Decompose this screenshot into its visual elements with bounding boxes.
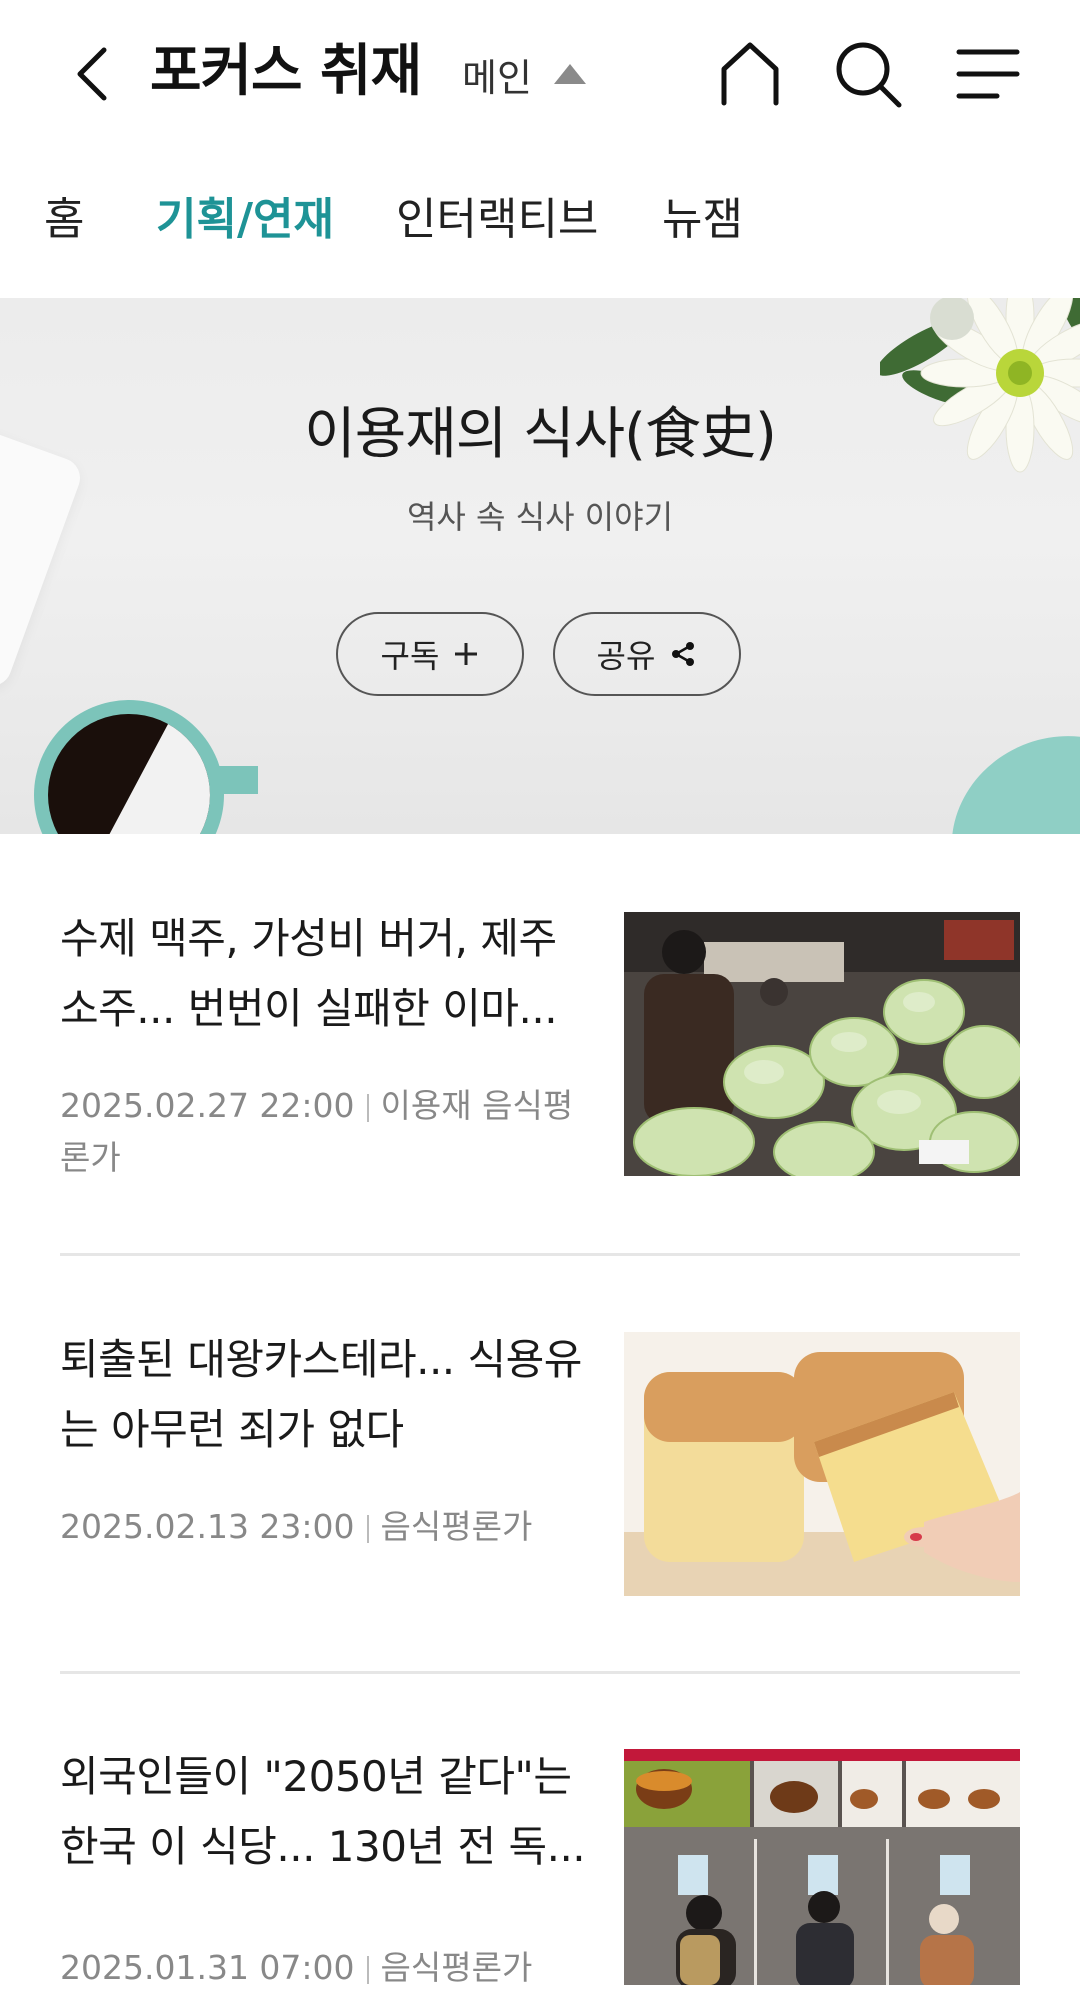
article-title[interactable]: 수제 맥주, 가성비 버거, 제주 소주... 번번이 실패한 이마... [60,904,590,1044]
coffee-cup-handle [214,766,258,794]
burger-kiosk-image [624,1749,1020,1985]
home-icon [721,42,779,106]
triangle-up-icon [553,64,586,84]
page-title: 포커스 취재 [150,39,422,104]
article-thumbnail-castella[interactable] [624,1332,1020,1596]
series-banner: 이용재의 식사(食史) 역사 속 식사 이야기 구독 공유 [0,298,1080,834]
article-thumbnail-cabbage[interactable] [624,912,1020,1176]
article-item[interactable]: 수제 맥주, 가성비 버거, 제주 소주... 번번이 실패한 이마... 20… [60,904,1020,1194]
article-meta: 2025.02.13 23:00 음식평론가 [60,1501,590,1553]
article-title[interactable]: 퇴출된 대왕카스테라... 식용유는 아무런 죄가 없다 [60,1325,590,1465]
share-icon [672,642,695,666]
back-button[interactable] [62,34,122,114]
subscribe-button[interactable]: 구독 [336,612,524,696]
article-author: 음식평론가 [380,1507,533,1546]
share-button[interactable]: 공유 [553,612,741,696]
article-date: 2025.02.27 22:00 [60,1086,355,1125]
article-meta: 2025.01.31 07:00 음식평론가 [60,1942,590,1994]
article-thumbnail-burger-kiosk[interactable] [624,1749,1020,1985]
meta-divider [366,1093,369,1122]
top-header: 포커스 취재 메인 [0,0,1080,150]
tab-newjam[interactable]: 뉴잼 [662,190,743,250]
series-subtitle: 역사 속 식사 이야기 [406,498,674,536]
main-dropdown[interactable]: 메인 [462,46,586,102]
article-date: 2025.02.13 23:00 [60,1507,355,1546]
plus-icon [455,643,478,665]
hamburger-menu-icon [956,49,1020,99]
cabbage-market-image [624,912,1020,1176]
article-title[interactable]: 외국인들이 "2050년 같다"는 한국 이 식당... 130년 전 독... [60,1742,590,1882]
article-meta: 2025.02.27 22:00 이용재 음식평론가 [60,1080,590,1184]
article-date: 2025.01.31 07:00 [60,1948,355,1987]
article-item[interactable]: 퇴출된 대왕카스테라... 식용유는 아무런 죄가 없다 2025.02.13 … [60,1325,1020,1615]
main-dropdown-label: 메인 [462,55,532,100]
share-label: 공유 [596,637,656,675]
tab-home[interactable]: 홈 [44,190,84,250]
article-divider [60,1671,1020,1674]
article-item[interactable]: 외국인들이 "2050년 같다"는 한국 이 식당... 130년 전 독...… [60,1742,1020,1987]
article-author: 음식평론가 [380,1948,533,1987]
meta-divider [366,1955,369,1984]
series-title: 이용재의 식사(食史) [304,402,777,467]
banner-teal-decoration [918,700,1080,834]
search-icon [836,42,902,108]
chevron-left-icon [77,47,107,101]
menu-button[interactable] [952,38,1024,110]
subscribe-label: 구독 [380,637,440,675]
article-divider [60,1253,1020,1256]
castella-cake-image [624,1332,1020,1596]
search-button[interactable] [832,38,904,110]
home-button[interactable] [714,38,786,110]
section-tabs: 홈 기획/연재 인터랙티브 뉴잼 [0,180,1080,260]
meta-divider [366,1514,369,1543]
tab-features[interactable]: 기획/연재 [156,190,334,250]
tab-interactive[interactable]: 인터랙티브 [396,190,598,250]
